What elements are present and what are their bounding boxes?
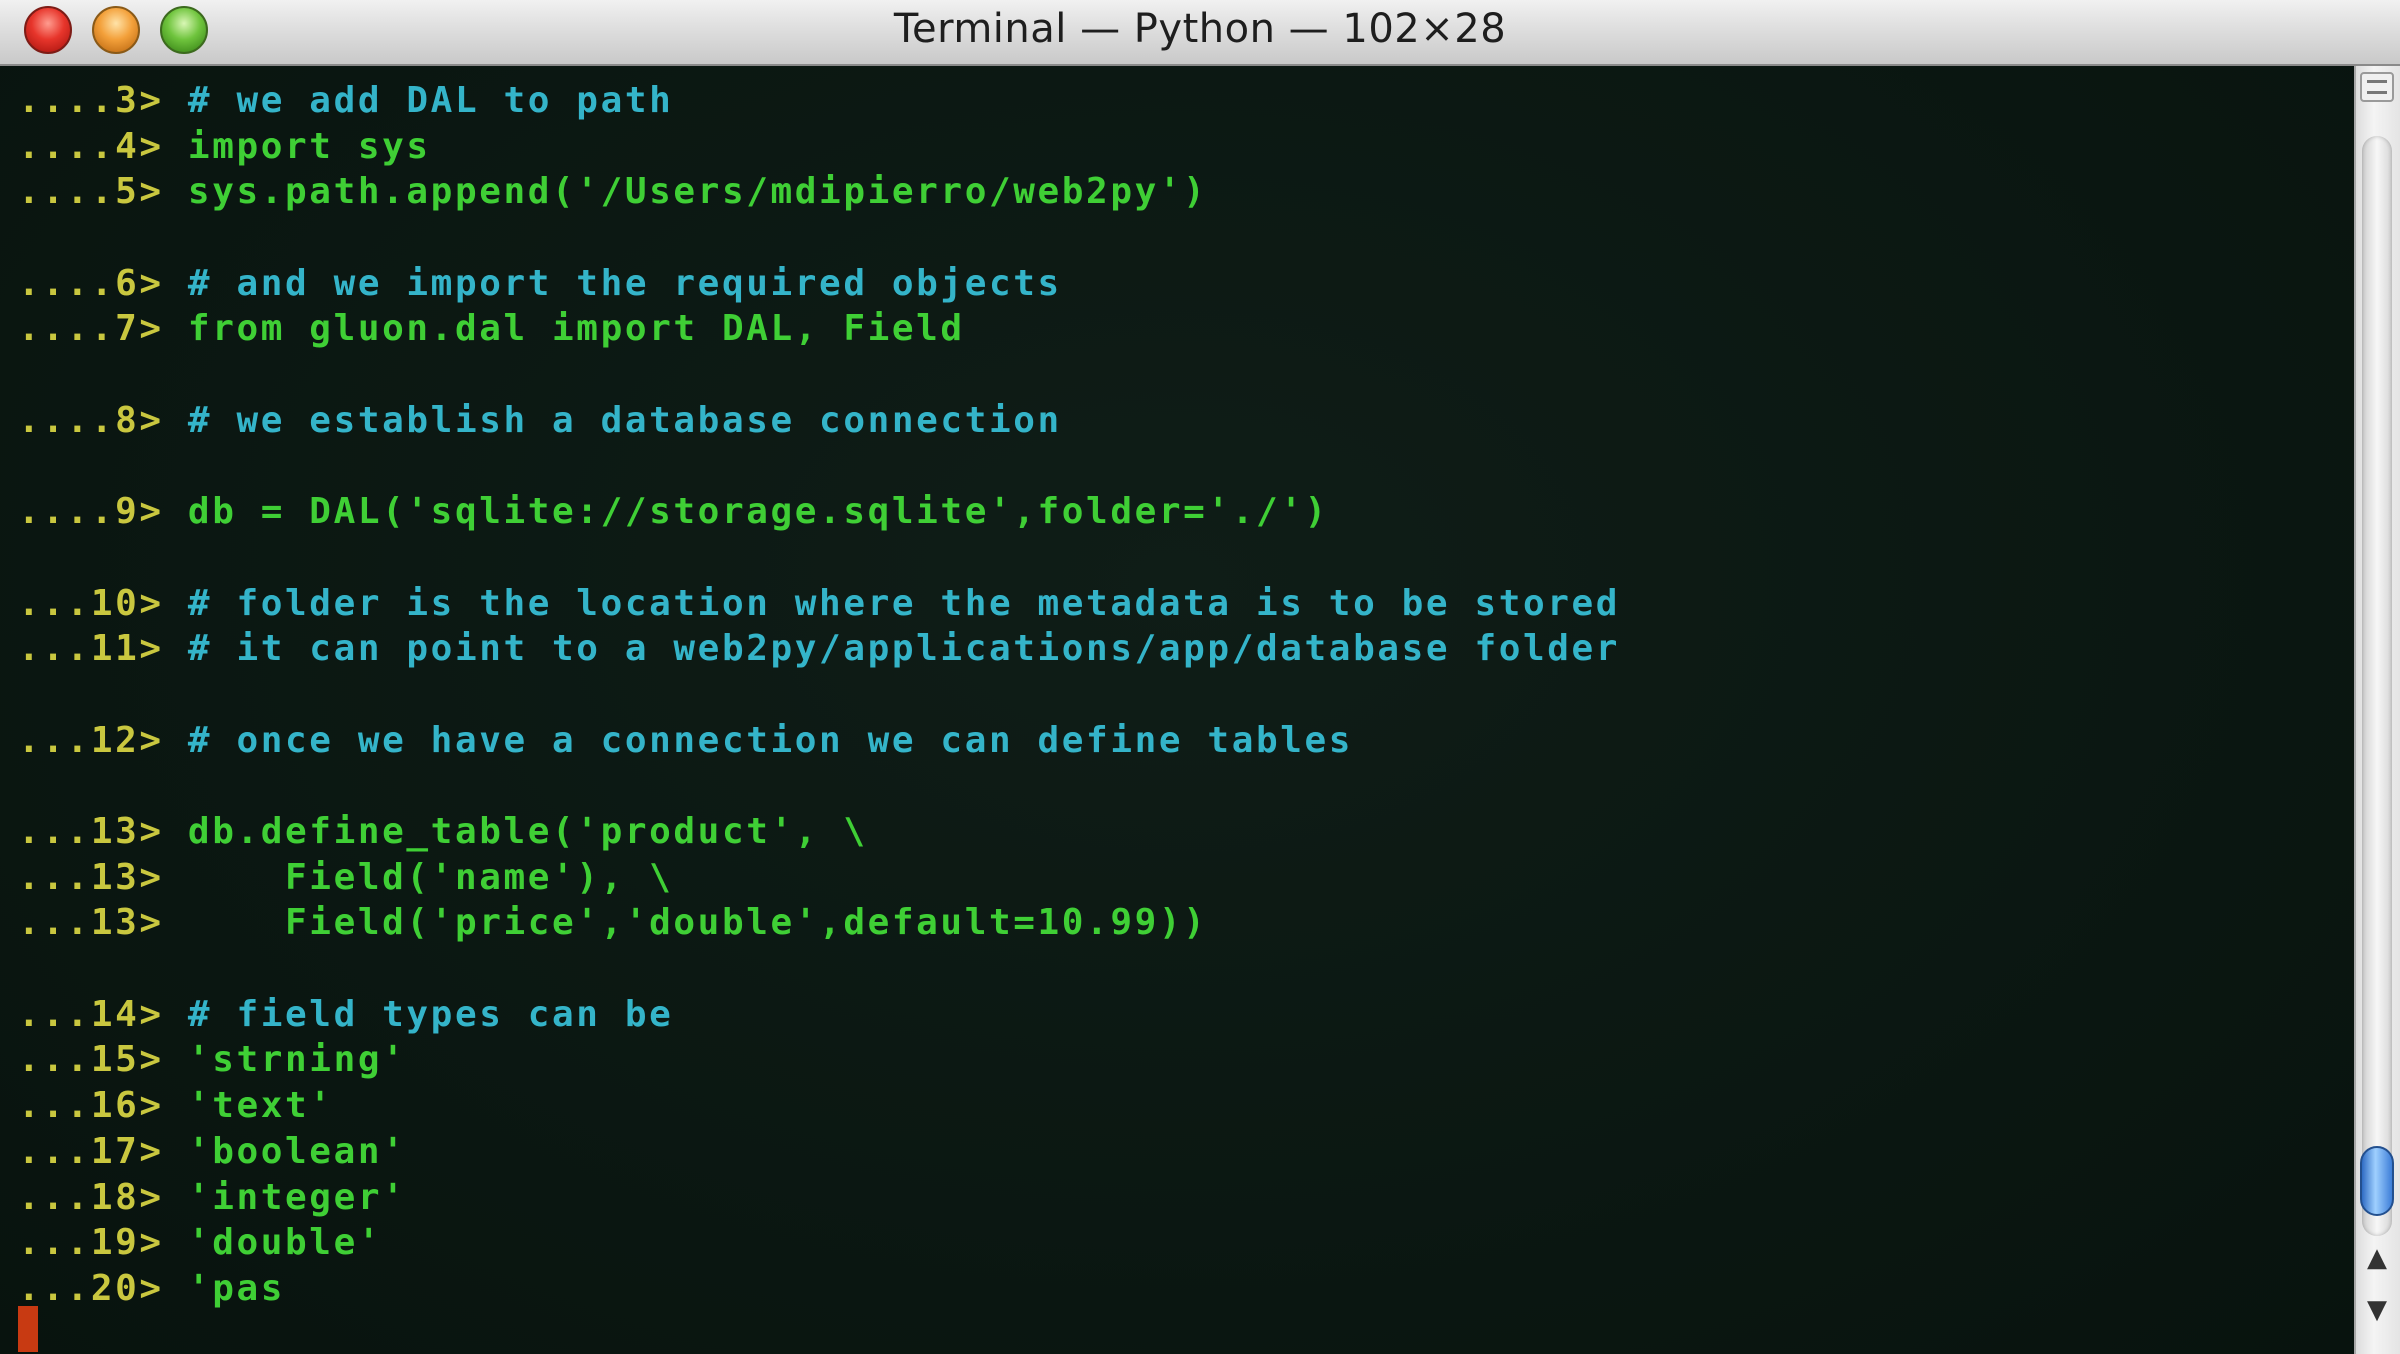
line-comment: # we add DAL to path: [163, 80, 674, 121]
line-prompt: ...12>: [18, 719, 164, 761]
line-prompt: ....6>: [18, 262, 164, 304]
line-code: 'boolean': [163, 1130, 407, 1172]
line-prompt: ....7>: [18, 308, 164, 350]
line-code: from gluon.dal import DAL, Field: [163, 308, 965, 350]
blank-line: [18, 215, 1620, 261]
terminal-line: ....4> import sys: [18, 124, 1620, 170]
terminal-line: ...10> # folder is the location where th…: [18, 581, 1620, 627]
blank-line: [18, 672, 1620, 718]
terminal-line: ...15> 'strning': [18, 1037, 1620, 1083]
line-code: sys.path.append('/Users/mdipierro/web2py…: [163, 171, 1208, 213]
line-prompt: ...16>: [18, 1085, 164, 1127]
blank-line: [18, 763, 1620, 809]
line-prompt: ...19>: [18, 1222, 164, 1264]
terminal-line: ...12> # once we have a connection we ca…: [18, 718, 1620, 764]
split-pane-button[interactable]: [2360, 72, 2394, 102]
line-prompt: ...13>: [18, 902, 164, 944]
terminal-line: ...19> 'double': [18, 1220, 1620, 1266]
line-comment: # and we import the required objects: [163, 262, 1062, 304]
arrow-up-icon: ▲: [2367, 1243, 2387, 1273]
line-prompt: ...10>: [18, 582, 164, 624]
blank-line: [18, 352, 1620, 398]
scroll-down-button[interactable]: ▼: [2360, 1288, 2394, 1332]
scroll-up-button[interactable]: ▲: [2360, 1236, 2394, 1280]
terminal-line: ....8> # we establish a database connect…: [18, 398, 1620, 444]
terminal-line: ...13> db.define_table('product', \: [18, 809, 1620, 855]
terminal-window: Terminal — Python — 102×28 ....3> # we a…: [0, 0, 2400, 1354]
terminal-line: ...11> # it can point to a web2py/applic…: [18, 626, 1620, 672]
line-comment: # we establish a database connection: [163, 399, 1062, 441]
line-comment: # field types can be: [163, 993, 674, 1035]
terminal-output[interactable]: ....3> # we add DAL to path ....4> import…: [0, 66, 2354, 1354]
line-prompt: ....3>: [18, 80, 164, 121]
line-prompt: ...14>: [18, 993, 164, 1035]
terminal-lines: ....3> # we add DAL to path ....4> import…: [18, 78, 1620, 1312]
line-code: 'strning': [163, 1039, 407, 1081]
line-prompt: ...18>: [18, 1176, 164, 1218]
line-comment: # once we have a connection we can defin…: [163, 719, 1354, 761]
line-code: import sys: [163, 125, 431, 167]
arrow-down-icon: ▼: [2367, 1295, 2387, 1325]
line-code: Field('price','double',default=10.99)): [163, 902, 1208, 944]
blank-line: [18, 946, 1620, 992]
line-code: db = DAL('sqlite://storage.sqlite',folde…: [163, 491, 1329, 533]
terminal-line: ...13> Field('name'), \: [18, 855, 1620, 901]
terminal-line: ...16> 'text': [18, 1083, 1620, 1129]
terminal-line: ....9> db = DAL('sqlite://storage.sqlite…: [18, 489, 1620, 535]
line-code: db.define_table('product', \: [163, 811, 868, 852]
line-comment: # it can point to a web2py/applications/…: [163, 628, 1621, 670]
scroll-track[interactable]: [2362, 136, 2392, 1236]
line-prompt: ...15>: [18, 1039, 164, 1081]
text-cursor: [18, 1306, 38, 1352]
terminal-line: ...18> 'integer': [18, 1175, 1620, 1221]
line-prompt: ....4>: [18, 125, 164, 167]
line-prompt: ...17>: [18, 1130, 164, 1172]
blank-line: [18, 444, 1620, 490]
line-code: 'integer': [163, 1176, 407, 1218]
terminal-line: ...17> 'boolean': [18, 1129, 1620, 1175]
line-prompt: ....5>: [18, 171, 164, 213]
line-comment: # folder is the location where the metad…: [163, 582, 1621, 624]
terminal-line: ....3> # we add DAL to path: [18, 78, 1620, 124]
terminal-line: ....5> sys.path.append('/Users/mdipierro…: [18, 169, 1620, 215]
split-pane-icon: [2367, 80, 2387, 94]
line-prompt: ...11>: [18, 628, 164, 670]
line-prompt: ....9>: [18, 491, 164, 533]
line-prompt: ....8>: [18, 399, 164, 441]
terminal-line: ...20> 'pas: [18, 1266, 1620, 1312]
line-prompt: ...13>: [18, 856, 164, 898]
terminal-line: ....7> from gluon.dal import DAL, Field: [18, 306, 1620, 352]
scroll-thumb[interactable]: [2360, 1146, 2394, 1216]
line-code: 'text': [163, 1085, 334, 1127]
terminal-line: ...14> # field types can be: [18, 992, 1620, 1038]
title-bar[interactable]: Terminal — Python — 102×28: [0, 0, 2400, 66]
vertical-scrollbar[interactable]: ▲ ▼: [2354, 66, 2400, 1354]
line-code: 'double': [163, 1222, 383, 1264]
window-title: Terminal — Python — 102×28: [893, 6, 1507, 52]
line-prompt: ...20>: [18, 1267, 164, 1309]
line-code: 'pas: [163, 1267, 286, 1309]
line-code: Field('name'), \: [163, 856, 674, 898]
line-prompt: ...13>: [18, 811, 164, 852]
terminal-line: ...13> Field('price','double',default=10…: [18, 900, 1620, 946]
terminal-line: ....6> # and we import the required obje…: [18, 261, 1620, 307]
blank-line: [18, 535, 1620, 581]
